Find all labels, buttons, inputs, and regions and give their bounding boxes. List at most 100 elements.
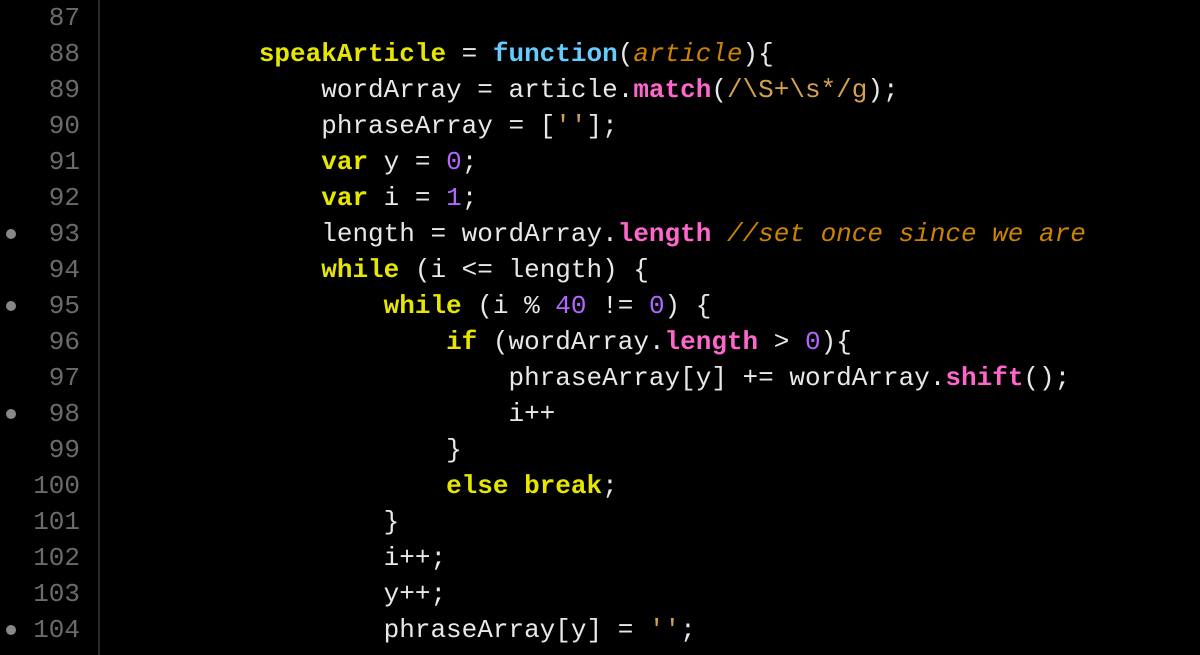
line-number: 97 [49,360,90,396]
gutter-row[interactable]: 87 [0,0,90,36]
code-line[interactable] [134,0,1200,36]
token-indent [134,471,446,501]
token-indent [134,399,508,429]
token-punc: ); [867,75,898,105]
code-line[interactable]: phraseArray[y] += wordArray.shift(); [134,360,1200,396]
token-punc: . [930,363,946,393]
gutter-row[interactable]: 100 [0,468,90,504]
code-line[interactable]: i++; [134,540,1200,576]
token-op: ++ [524,399,555,429]
token-op: = [446,39,493,69]
gutter-row[interactable]: 98 [0,396,90,432]
token-indent [134,327,446,357]
breakpoint-icon[interactable] [6,625,16,635]
gutter-row[interactable]: 103 [0,576,90,612]
breakpoint-icon[interactable] [6,409,16,419]
token-fn: function [493,39,618,69]
line-number: 103 [33,576,90,612]
token-punc: ( [399,255,430,285]
token-punc: ) { [665,291,712,321]
fold-column [100,0,128,655]
gutter-row[interactable]: 90 [0,108,90,144]
line-number: 89 [49,72,90,108]
token-op: <= [446,255,508,285]
token-punc: ; [680,615,696,645]
token-indent [134,75,321,105]
code-line[interactable]: } [134,432,1200,468]
token-id: wordArray [462,219,602,249]
gutter-row[interactable]: 89 [0,72,90,108]
breakpoint-icon[interactable] [6,301,16,311]
token-indent [134,183,321,213]
token-op: = [415,219,462,249]
gutter-row[interactable]: 88 [0,36,90,72]
code-line[interactable]: } [134,504,1200,540]
code-line[interactable]: var y = 0; [134,144,1200,180]
token-punc: ]; [587,111,618,141]
token-id: phraseArray [384,615,556,645]
token-kw: var [321,147,368,177]
gutter-row[interactable]: 104 [0,612,90,648]
gutter-row[interactable]: 93 [0,216,90,252]
line-number: 101 [33,504,90,540]
code-line[interactable]: while (i % 40 != 0) { [134,288,1200,324]
code-line[interactable]: phraseArray = ['']; [134,108,1200,144]
token-prop: length [618,219,712,249]
gutter-row[interactable]: 91 [0,144,90,180]
token-indent [134,435,446,465]
gutter-row[interactable]: 94 [0,252,90,288]
code-line[interactable]: length = wordArray.length //set once sin… [134,216,1200,252]
token-op: > [758,327,805,357]
gutter-row[interactable]: 96 [0,324,90,360]
token-id [508,471,524,501]
token-kw: while [384,291,462,321]
gutter[interactable]: 8788899091929394959697989910010110210310… [0,0,100,655]
token-id: i [384,543,400,573]
code-line[interactable]: if (wordArray.length > 0){ [134,324,1200,360]
token-str: '' [649,615,680,645]
token-id: phraseArray [508,363,680,393]
line-number: 96 [49,324,90,360]
line-number: 99 [49,432,90,468]
token-indent [134,615,384,645]
token-indent [134,147,321,177]
code-editor[interactable]: 8788899091929394959697989910010110210310… [0,0,1200,655]
gutter-row[interactable]: 102 [0,540,90,576]
token-prop: length [665,327,759,357]
token-indent [134,363,508,393]
token-punc: ; [430,579,446,609]
token-punc: [ [555,615,571,645]
code-line[interactable]: y++; [134,576,1200,612]
token-param: article [633,39,742,69]
code-line[interactable]: else break; [134,468,1200,504]
token-punc: ] [587,615,603,645]
gutter-row[interactable]: 97 [0,360,90,396]
gutter-row[interactable]: 92 [0,180,90,216]
code-line[interactable]: var i = 1; [134,180,1200,216]
code-area[interactable]: speakArticle = function(article){ wordAr… [128,0,1200,655]
token-prop: shift [945,363,1023,393]
line-number: 91 [49,144,90,180]
token-punc: ( [711,75,727,105]
breakpoint-icon[interactable] [6,229,16,239]
gutter-row[interactable]: 101 [0,504,90,540]
token-id: phraseArray [321,111,493,141]
code-line[interactable]: speakArticle = function(article){ [134,36,1200,72]
token-op: ++ [399,579,430,609]
token-punc: . [602,219,618,249]
token-indent [134,255,321,285]
token-punc: ; [602,471,618,501]
code-line[interactable]: wordArray = article.match(/\S+\s*/g); [134,72,1200,108]
token-punc: . [649,327,665,357]
line-number: 100 [33,468,90,504]
gutter-row[interactable]: 99 [0,432,90,468]
gutter-row[interactable]: 95 [0,288,90,324]
code-line[interactable]: while (i <= length) { [134,252,1200,288]
code-line[interactable]: phraseArray[y] = ''; [134,612,1200,648]
token-id: y [696,363,712,393]
token-punc: [ [540,111,556,141]
token-punc: ( [477,327,508,357]
token-indent [134,219,321,249]
line-number: 98 [49,396,90,432]
code-line[interactable]: i++ [134,396,1200,432]
